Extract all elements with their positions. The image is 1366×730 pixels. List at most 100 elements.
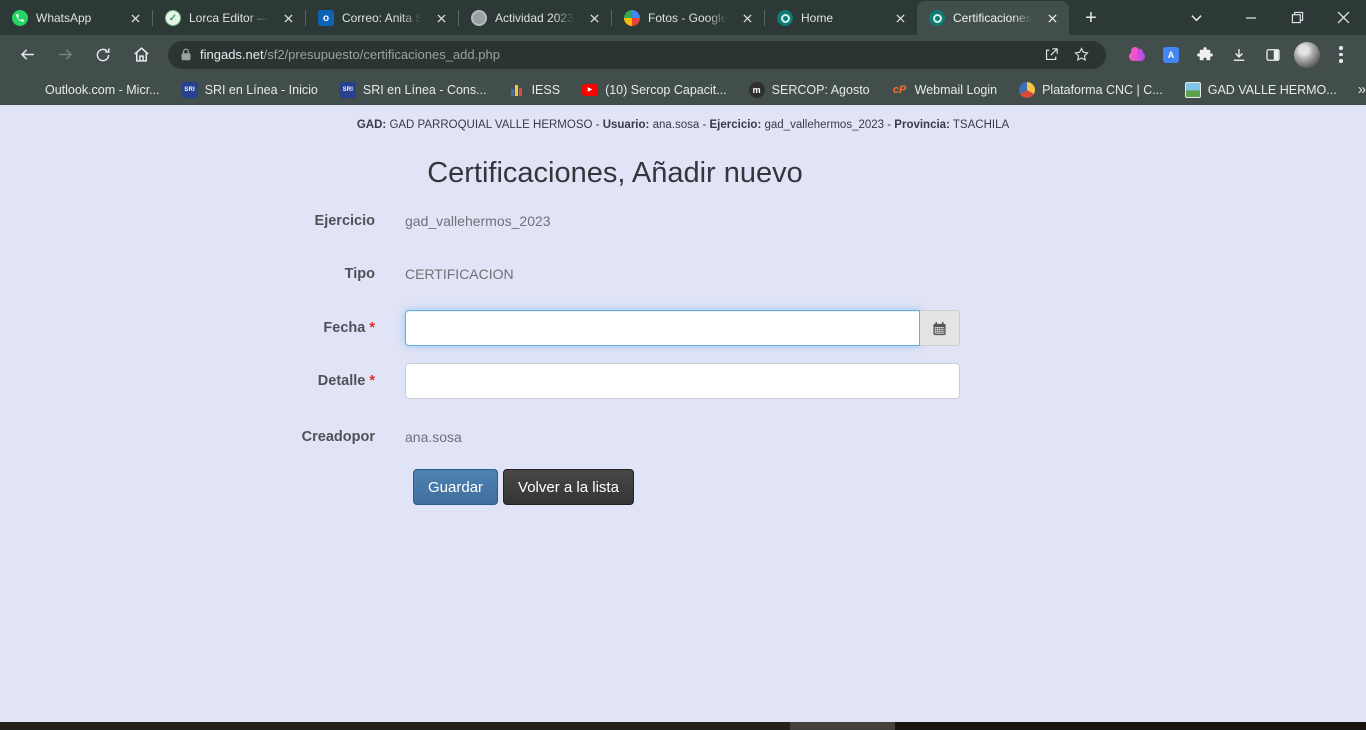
tipo-value: CERTIFICACION [405,266,960,282]
window-controls [1228,0,1366,35]
tab-correo[interactable]: o Correo: Anita Sos [306,1,458,35]
sri-icon: SRI [340,82,356,98]
bookmarks-bar: Outlook.com - Micr... SRI SRI en Línea -… [0,74,1366,105]
bookmark-label: IESS [532,83,561,97]
bookmark-label: SRI en Línea - Inicio [205,83,318,97]
meta-usuario-value: ana.sosa [653,119,700,131]
bookmark-sri-consultas[interactable]: SRI SRI en Línea - Cons... [331,78,496,102]
meta-separator: - [702,119,706,131]
bookmark-iess[interactable]: IESS [500,78,570,102]
browser-tab-bar: WhatsApp ✓ Lorca Editor — El o Correo: A… [0,0,1366,35]
tab-close-icon[interactable] [279,9,297,27]
tab-actividad[interactable]: Actividad 2023-0 [459,1,611,35]
tab-title: WhatsApp [36,11,118,25]
sercop-icon: m [749,82,765,98]
new-tab-button[interactable]: + [1077,4,1105,32]
google-photos-icon [624,10,640,26]
bookmark-label: SRI en Línea - Cons... [363,83,487,97]
session-meta-line: GAD: GAD PARROQUIAL VALLE HERMOSO - Usua… [0,119,1366,131]
creadopor-label: Creadopor [270,429,375,445]
meta-provincia-value: TSACHILA [953,119,1009,131]
tab-whatsapp[interactable]: WhatsApp [0,1,152,35]
fingads-icon [929,10,945,26]
detalle-input[interactable] [405,363,960,399]
globe-icon [471,10,487,26]
fecha-input[interactable] [405,310,920,346]
url-domain: fingads.net [200,47,264,62]
bookmark-plataforma-cnc[interactable]: Plataforma CNC | C... [1010,78,1172,102]
certification-form: Ejercicio gad_vallehermos_2023 Tipo CERT… [270,211,960,505]
share-icon[interactable] [1036,41,1066,69]
meta-gad-value: GAD PARROQUIAL VALLE HERMOSO [389,119,592,131]
restore-button[interactable] [1274,0,1320,35]
browser-menu-kebab-icon[interactable] [1326,40,1356,70]
tab-fotos[interactable]: Fotos - Google F [612,1,764,35]
home-button[interactable] [124,38,158,72]
web-page: GAD: GAD PARROQUIAL VALLE HERMOSO - Usua… [0,105,1366,722]
bookmark-star-icon[interactable] [1066,41,1096,69]
tipo-label: Tipo [270,266,375,282]
cloud-extension-icon[interactable] [1122,40,1152,70]
tab-title: Home [801,11,883,25]
form-row-detalle: Detalle* [270,363,960,399]
tab-title: Actividad 2023-0 [495,11,577,25]
ejercicio-label: Ejercicio [270,213,375,229]
meta-separator: - [596,119,600,131]
ejercicio-value: gad_vallehermos_2023 [405,213,960,229]
tab-home[interactable]: Home [765,1,917,35]
required-marker: * [369,320,375,336]
tab-close-icon[interactable] [126,9,144,27]
extensions-puzzle-icon[interactable] [1190,40,1220,70]
calendar-icon [932,321,947,336]
tab-lorca-editor[interactable]: ✓ Lorca Editor — El [153,1,305,35]
bookmark-outlook[interactable]: Outlook.com - Micr... [14,78,169,102]
volver-a-la-lista-button[interactable]: Volver a la lista [503,469,634,505]
reload-button[interactable] [86,38,120,72]
tab-close-icon[interactable] [585,9,603,27]
tab-strip: WhatsApp ✓ Lorca Editor — El o Correo: A… [0,0,1105,35]
page-title: Certificaciones, Añadir nuevo [270,157,960,190]
fecha-label: Fecha* [270,320,375,336]
form-row-buttons: Guardar Volver a la lista [270,469,960,505]
tab-close-icon[interactable] [1043,9,1061,27]
creadopor-value: ana.sosa [405,429,960,445]
tab-close-icon[interactable] [738,9,756,27]
guardar-button[interactable]: Guardar [413,469,498,505]
profile-avatar[interactable] [1292,40,1322,70]
calendar-picker-button[interactable] [920,310,960,346]
browser-toolbar: fingads.net/sf2/presupuesto/certificacio… [0,35,1366,74]
bookmark-label: (10) Sercop Capacit... [605,83,727,97]
tab-search-chevron-icon[interactable] [1176,0,1216,35]
tab-close-icon[interactable] [432,9,450,27]
bookmark-gad-valle-hermoso[interactable]: GAD VALLE HERMO... [1176,78,1346,102]
tab-close-icon[interactable] [891,9,909,27]
downloads-icon[interactable] [1224,40,1254,70]
tab-title: Correo: Anita Sos [342,11,424,25]
extensions-area: A [1112,40,1358,70]
bookmark-label: SERCOP: Agosto [772,83,870,97]
translate-extension-icon[interactable]: A [1156,40,1186,70]
close-window-button[interactable] [1320,0,1366,35]
bookmark-label: Outlook.com - Micr... [45,83,160,97]
address-bar[interactable]: fingads.net/sf2/presupuesto/certificacio… [168,41,1106,69]
bookmark-webmail[interactable]: cP Webmail Login [883,78,1006,102]
bookmark-sercop-capacit[interactable]: ▶ (10) Sercop Capacit... [573,78,736,102]
outlook-icon: o [318,10,334,26]
iess-icon [509,83,525,96]
meta-provincia-label: Provincia: [894,119,950,131]
bookmark-sri-inicio[interactable]: SRI SRI en Línea - Inicio [173,78,327,102]
minimize-button[interactable] [1228,0,1274,35]
bookmark-sercop-agosto[interactable]: m SERCOP: Agosto [740,78,879,102]
forward-button[interactable] [48,38,82,72]
side-panel-icon[interactable] [1258,40,1288,70]
url-path: /sf2/presupuesto/certificaciones_add.php [264,47,500,62]
bookmarks-overflow-chevron-icon[interactable]: » [1350,81,1366,98]
bookmark-label: Plataforma CNC | C... [1042,83,1163,97]
back-button[interactable] [10,38,44,72]
bookmark-label: Webmail Login [915,83,997,97]
cpanel-icon: cP [892,82,908,98]
url-text: fingads.net/sf2/presupuesto/certificacio… [200,47,1036,62]
tab-certificaciones-active[interactable]: Certificaciones, A [917,1,1069,35]
form-row-creadopor: Creadopor ana.sosa [270,427,960,447]
sri-icon: SRI [182,82,198,98]
